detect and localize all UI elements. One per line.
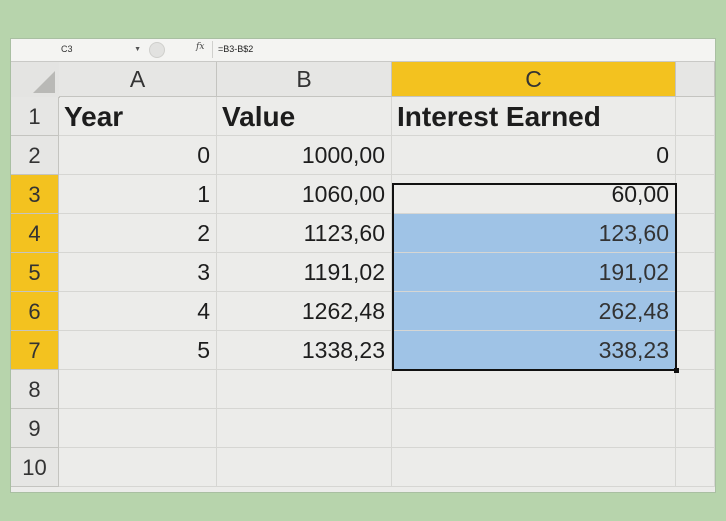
row-header-4[interactable]: 4 [11, 214, 59, 253]
cell-a8[interactable] [59, 370, 217, 409]
cell-b5[interactable]: 1191,02 [217, 253, 392, 292]
cell-b4[interactable]: 1123,60 [217, 214, 392, 253]
chevron-down-icon[interactable]: ▼ [134, 43, 141, 56]
column-header-a[interactable]: A [59, 62, 217, 97]
cell-c7[interactable]: 338,23 [392, 331, 676, 370]
cell-c3[interactable]: 60,00 [392, 175, 676, 214]
cell-b2[interactable]: 1000,00 [217, 136, 392, 175]
cell-c8[interactable] [392, 370, 676, 409]
cell-c2[interactable]: 0 [392, 136, 676, 175]
row-header-9[interactable]: 9 [11, 409, 59, 448]
row-header-2[interactable]: 2 [11, 136, 59, 175]
cell-d4[interactable] [676, 214, 715, 253]
name-box-value: C3 [61, 44, 73, 54]
select-all-icon [33, 71, 55, 93]
splitter-handle[interactable] [149, 42, 165, 58]
name-box[interactable]: C3 ▼ [55, 43, 145, 56]
cell-d3[interactable] [676, 175, 715, 214]
cell-a2[interactable]: 0 [59, 136, 217, 175]
formula-bar: C3 ▼ fx =B3-B$2 [11, 39, 715, 62]
row-header-5[interactable]: 5 [11, 253, 59, 292]
cell-d9[interactable] [676, 409, 715, 448]
cell-b6[interactable]: 1262,48 [217, 292, 392, 331]
cell-c1[interactable]: Interest Earned [392, 97, 676, 136]
cell-d1[interactable] [676, 97, 715, 136]
cell-d7[interactable] [676, 331, 715, 370]
cell-a4[interactable]: 2 [59, 214, 217, 253]
cell-d2[interactable] [676, 136, 715, 175]
cell-a3[interactable]: 1 [59, 175, 217, 214]
column-header-d[interactable] [676, 62, 715, 97]
row-header-6[interactable]: 6 [11, 292, 59, 331]
cell-b3[interactable]: 1060,00 [217, 175, 392, 214]
insert-function-icon[interactable]: fx [196, 42, 204, 52]
formula-divider [212, 41, 213, 58]
column-header-c[interactable]: C [392, 62, 676, 97]
row-header-10[interactable]: 10 [11, 448, 59, 487]
row-header-7[interactable]: 7 [11, 331, 59, 370]
cell-b10[interactable] [217, 448, 392, 487]
cell-a5[interactable]: 3 [59, 253, 217, 292]
row-header-1[interactable]: 1 [11, 97, 59, 136]
column-header-b[interactable]: B [217, 62, 392, 97]
cell-d6[interactable] [676, 292, 715, 331]
cell-c6[interactable]: 262,48 [392, 292, 676, 331]
row-header-3[interactable]: 3 [11, 175, 59, 214]
formula-input[interactable]: =B3-B$2 [218, 44, 253, 54]
cell-c9[interactable] [392, 409, 676, 448]
cell-a6[interactable]: 4 [59, 292, 217, 331]
cell-b1[interactable]: Value [217, 97, 392, 136]
select-all-corner[interactable] [11, 62, 60, 98]
cell-c4[interactable]: 123,60 [392, 214, 676, 253]
cell-a1[interactable]: Year [59, 97, 217, 136]
cell-a9[interactable] [59, 409, 217, 448]
cell-b8[interactable] [217, 370, 392, 409]
cell-a10[interactable] [59, 448, 217, 487]
cell-d8[interactable] [676, 370, 715, 409]
cell-d5[interactable] [676, 253, 715, 292]
row-header-8[interactable]: 8 [11, 370, 59, 409]
cell-a7[interactable]: 5 [59, 331, 217, 370]
spreadsheet-window: C3 ▼ fx =B3-B$2 A B C 1 2 3 4 5 6 7 8 9 … [11, 39, 715, 492]
cell-b9[interactable] [217, 409, 392, 448]
cell-c10[interactable] [392, 448, 676, 487]
fill-handle[interactable] [674, 368, 679, 373]
cell-b7[interactable]: 1338,23 [217, 331, 392, 370]
cell-c5[interactable]: 191,02 [392, 253, 676, 292]
cell-d10[interactable] [676, 448, 715, 487]
